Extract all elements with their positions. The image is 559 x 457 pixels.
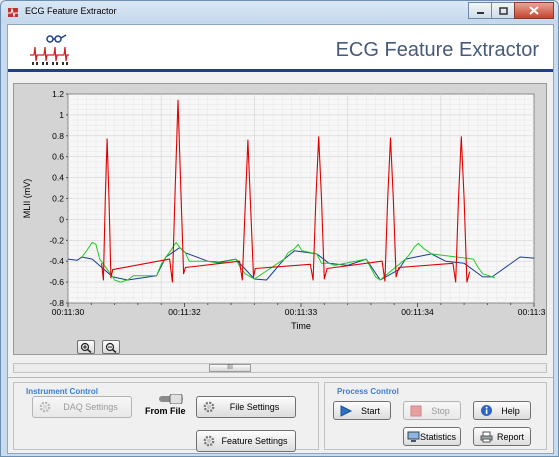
zoom-out-button[interactable]	[102, 340, 120, 354]
window-controls	[468, 2, 554, 19]
y-tick-label: 0.6	[52, 152, 64, 162]
y-tick-label: 0.4	[52, 173, 64, 183]
front-panel: ECG Feature Extractor 1.2 1 0.8 0.6 0.4 0.2 0 -…	[7, 24, 554, 454]
statistics-button[interactable]: Statistics	[403, 427, 461, 446]
x-tick-label: 00:11:35	[518, 307, 546, 317]
ecg-app-icon	[8, 7, 18, 18]
instrument-control-group: Instrument Control DAQ Settings From Fil…	[13, 382, 319, 452]
maximize-icon	[498, 6, 508, 15]
from-file-label: From File	[145, 406, 186, 416]
gear-icon	[203, 401, 215, 413]
chart-canvas: 1.210.80.60.40.20-0.2-0.4-0.6-0.8 00:11:…	[22, 89, 546, 331]
ecg-logo-icon	[30, 34, 69, 65]
info-icon	[480, 405, 492, 416]
x-tick-label: 00:11:30	[52, 307, 85, 317]
report-button[interactable]: Report	[473, 427, 531, 446]
y-tick-label: 0.2	[52, 194, 64, 204]
gear-icon	[203, 435, 215, 447]
start-button[interactable]: Start	[333, 401, 391, 420]
title-bar[interactable]: ECG Feature Extractor	[1, 1, 558, 23]
scrollbar-thumb[interactable]: III	[209, 364, 251, 372]
stop-label: Stop	[431, 405, 450, 416]
x-tick-label: 00:11:33	[285, 307, 318, 317]
x-tick-label: 00:11:32	[168, 307, 201, 317]
close-button[interactable]	[514, 2, 554, 19]
feature-settings-button[interactable]: Feature Settings	[196, 430, 296, 452]
feature-settings-label: Feature Settings	[221, 436, 288, 446]
monitor-icon	[407, 431, 420, 442]
chart-horizontal-scrollbar[interactable]: III	[13, 363, 547, 373]
process-control-group: Process Control Start Stop Help Statisti…	[324, 382, 547, 450]
zoom-in-icon	[80, 342, 92, 353]
instrument-control-title: Instrument Control	[26, 387, 98, 396]
gear-icon	[39, 401, 51, 413]
x-tick-labels: 00:11:30 00:11:32 00:11:33 00:11:34 00:11:35	[52, 303, 546, 317]
toggle-icon	[159, 393, 183, 405]
file-settings-label: File Settings	[229, 402, 280, 412]
daq-settings-label: DAQ Settings	[63, 402, 118, 412]
stop-square-icon	[410, 405, 422, 416]
section-divider	[8, 377, 553, 378]
minimize-button[interactable]	[468, 2, 492, 19]
y-tick-label: -0.2	[49, 235, 64, 245]
source-toggle-switch[interactable]	[158, 393, 184, 405]
y-tick-label: -0.6	[49, 277, 64, 287]
x-axis-label: Time	[291, 321, 311, 331]
zoom-out-icon	[105, 342, 117, 353]
window-title: ECG Feature Extractor	[25, 6, 117, 16]
app-window: ECG Feature Extractor ECG Feature Extrac…	[0, 0, 559, 457]
statistics-label: Statistics	[420, 431, 457, 442]
minimize-icon	[476, 11, 484, 14]
ecg-waveform-chart: 1.2 1 0.8 0.6 0.4 0.2 0 -0.2 -0.4 -0.6 -0.8 00:11:…	[13, 83, 547, 355]
header-banner: ECG Feature Extractor	[8, 25, 553, 72]
y-tick-labels: 1.210.80.60.40.20-0.2-0.4-0.6-0.8	[49, 89, 68, 308]
x-tick-label: 00:11:34	[401, 307, 434, 317]
y-tick-label: -0.4	[49, 256, 64, 266]
close-icon	[529, 6, 539, 15]
maximize-button[interactable]	[491, 2, 515, 19]
file-settings-button[interactable]: File Settings	[196, 396, 296, 418]
zoom-in-button[interactable]	[77, 340, 95, 354]
y-tick-label: 0.8	[52, 131, 64, 141]
printer-icon	[480, 431, 492, 442]
y-tick-label: 1.2	[52, 89, 64, 99]
start-label: Start	[360, 405, 380, 416]
y-tick-label: 1	[59, 110, 64, 120]
y-tick-label: 0	[59, 214, 64, 224]
process-control-title: Process Control	[337, 387, 399, 396]
play-icon	[340, 404, 353, 417]
stop-button[interactable]: Stop	[403, 401, 461, 420]
help-label: Help	[501, 405, 520, 416]
report-label: Report	[496, 431, 524, 442]
banner-title: ECG Feature Extractor	[335, 39, 539, 61]
help-button[interactable]: Help	[473, 401, 531, 420]
y-axis-label: MLII (mV)	[22, 179, 32, 219]
daq-settings-button[interactable]: DAQ Settings	[32, 396, 132, 418]
